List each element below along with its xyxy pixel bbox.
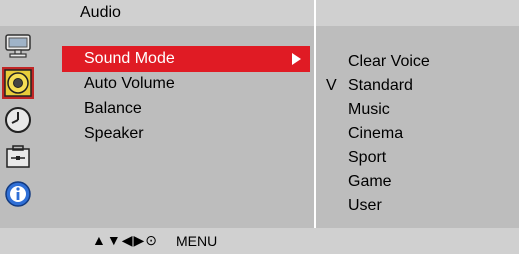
option-label: Music [348,101,390,118]
option-clear-voice[interactable]: Clear Voice [326,53,506,75]
category-icon-column [0,26,36,228]
option-music[interactable]: Music [326,101,506,123]
option-user[interactable]: User [326,197,506,219]
option-label: Standard [348,77,413,94]
picture-icon[interactable] [2,30,34,62]
menu-item-label: Sound Mode [84,50,175,67]
option-cinema[interactable]: Cinema [326,125,506,147]
osd-menu: Audio Sound Mode Auto Volume Balance Spe… [0,0,519,254]
divider [314,0,316,26]
option-sport[interactable]: Sport [326,149,506,171]
information-icon[interactable] [2,178,34,210]
option-label: Sport [348,149,387,166]
submenu-arrow-icon [292,53,301,65]
divider [314,26,316,254]
page-title: Audio [80,4,121,21]
menu-key-label: MENU [176,233,218,249]
audio-menu: Sound Mode Auto Volume Balance Speaker [36,26,314,228]
navigation-keys-hint: ▲▼◀▶⊙ [92,232,158,248]
option-label: Clear Voice [348,53,430,70]
menu-item-label: Auto Volume [84,75,175,92]
time-icon[interactable] [2,104,34,136]
option-label: Cinema [348,125,404,142]
option-label: User [348,197,382,214]
option-label: Game [348,173,392,190]
menu-item-sound-mode[interactable]: Sound Mode [62,46,310,72]
menu-item-label: Balance [84,100,142,117]
top-bar: Audio [0,0,519,26]
option-icon[interactable] [2,141,34,173]
bottom-bar: ▲▼◀▶⊙ MENU [0,228,519,254]
audio-icon[interactable] [2,67,34,99]
menu-item-auto-volume[interactable]: Auto Volume [62,71,310,97]
check-mark: V [326,77,337,94]
menu-item-balance[interactable]: Balance [62,96,310,122]
option-game[interactable]: Game [326,173,506,195]
sound-mode-options: Clear Voice V Standard Music Cinema Spor… [316,26,519,228]
menu-item-speaker[interactable]: Speaker [62,121,310,147]
menu-item-label: Speaker [84,125,144,142]
option-standard[interactable]: V Standard [326,77,506,99]
